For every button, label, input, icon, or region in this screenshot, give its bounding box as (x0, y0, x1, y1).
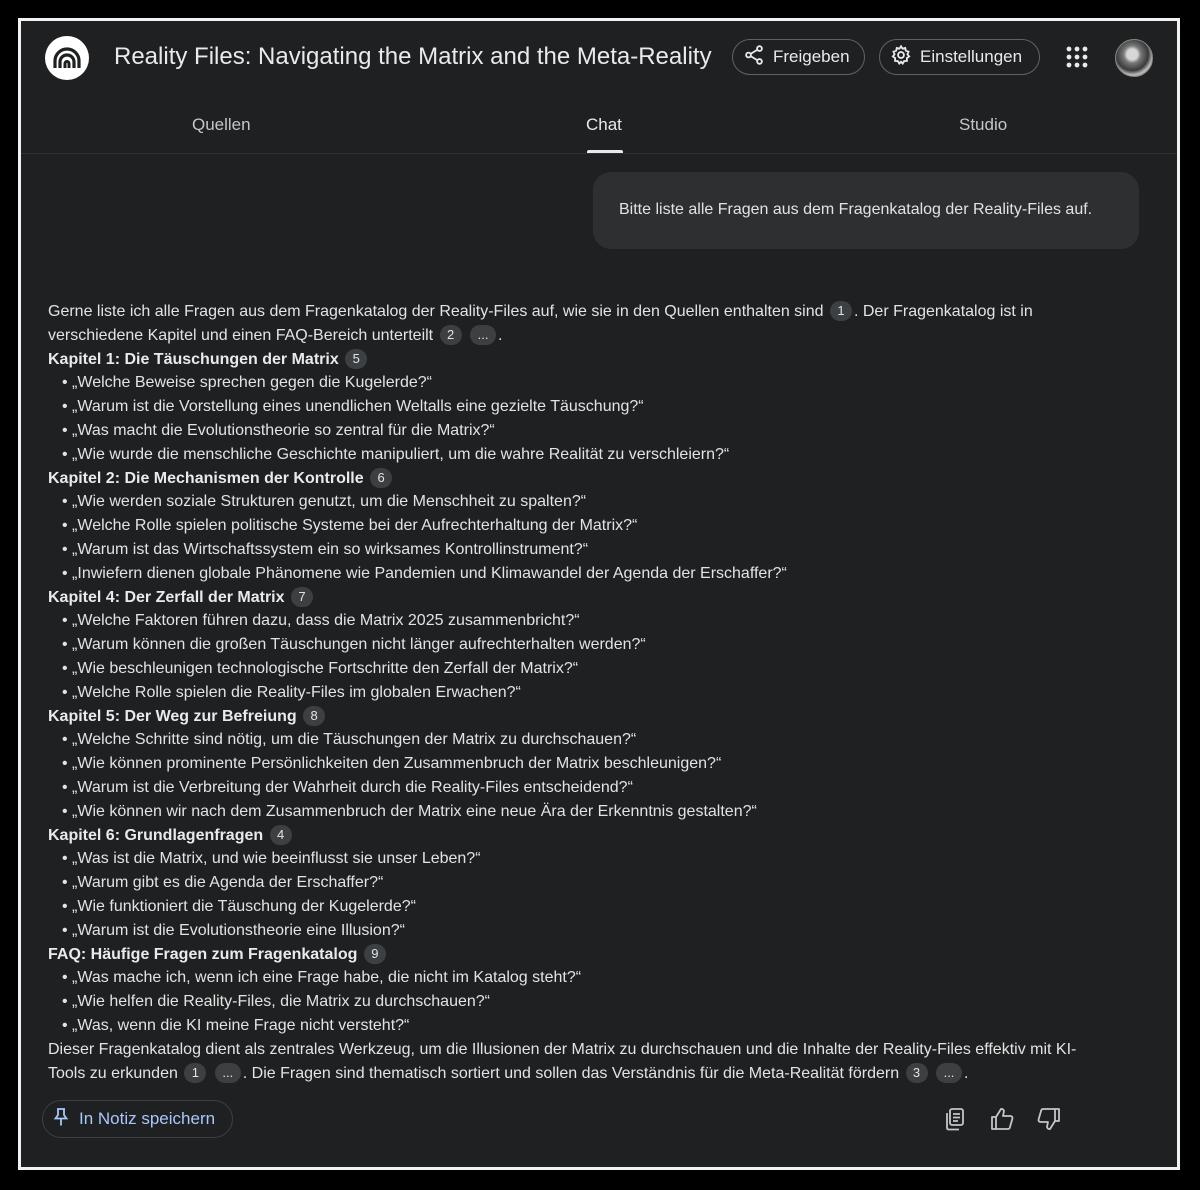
question-item: • „Warum ist das Wirtschaftssystem ein s… (62, 540, 589, 558)
assistant-response: Gerne liste ich alle Fragen aus dem Frag… (48, 300, 1098, 1085)
apps-grid-icon[interactable] (1065, 45, 1089, 69)
citation-badge[interactable]: 8 (303, 705, 326, 726)
tab-chat[interactable]: Chat (586, 115, 622, 135)
chapter-title: Kapitel 5: Der Weg zur Befreiung (48, 707, 297, 725)
question-item: • „Wie wurde die menschliche Geschichte … (62, 445, 730, 463)
question-item: • „Warum ist die Vorstellung eines unend… (62, 398, 644, 416)
question-item: • „Welche Rolle spielen die Reality-File… (62, 683, 521, 701)
chapter-title: FAQ: Häufige Fragen zum Fragenkatalog (48, 945, 358, 963)
question-item: • „Welche Rolle spielen politische Syste… (62, 517, 638, 535)
citation-more-button[interactable]: ... (214, 1062, 241, 1083)
question-item: • „Welche Faktoren führen dazu, dass die… (62, 612, 580, 630)
response-sections: Kapitel 1: Die Täuschungen der Matrix 5 •… (48, 348, 1098, 1038)
question-item: • „Warum können die großen Täuschungen n… (62, 636, 646, 654)
citation-badge[interactable]: 4 (269, 824, 292, 845)
question-item: • „Warum ist die Evolutionstheorie eine … (62, 921, 405, 939)
citation-badge[interactable]: 5 (345, 348, 368, 369)
question-item: • „Wie werden soziale Strukturen genutzt… (62, 493, 587, 511)
citation-badge[interactable]: 3 (905, 1062, 928, 1083)
settings-button-label: Einstellungen (920, 47, 1023, 66)
question-item: • „Wie funktioniert die Täuschung der Ku… (62, 897, 416, 915)
citation-more-button[interactable]: ... (470, 324, 497, 345)
chapter-heading: Kapitel 1: Die Täuschungen der Matrix 5 (48, 348, 1098, 372)
question-item: • „Was, wenn die KI meine Frage nicht ve… (62, 1016, 410, 1034)
user-message: Bitte liste alle Fragen aus dem Fragenka… (593, 172, 1139, 249)
header: Reality Files: Navigating the Matrix and… (21, 21, 1177, 97)
gear-icon (890, 44, 912, 71)
citation-badge[interactable]: 6 (370, 467, 393, 488)
pin-icon (53, 1107, 69, 1132)
share-button-label: Freigeben (773, 47, 850, 66)
share-button[interactable]: Freigeben (732, 39, 865, 75)
intro-text: Gerne liste ich alle Fragen aus dem Frag… (48, 303, 824, 320)
avatar[interactable] (1115, 39, 1153, 77)
share-icon (743, 44, 765, 71)
thumbs-up-icon[interactable] (989, 1106, 1015, 1132)
question-item: • „Was mache ich, wenn ich eine Frage ha… (62, 969, 582, 987)
question-item: • „Welche Schritte sind nötig, um die Tä… (62, 731, 637, 749)
save-to-note-label: In Notiz speichern (79, 1109, 216, 1128)
question-item: • „Inwiefern dienen globale Phänomene wi… (62, 564, 787, 582)
chapter-title: Kapitel 4: Der Zerfall der Matrix (48, 588, 285, 606)
citation-badge[interactable]: 1 (184, 1062, 207, 1083)
question-item: • „Warum gibt es die Agenda der Erschaff… (62, 874, 384, 892)
citation-badge[interactable]: 1 (829, 301, 852, 321)
citation-badge[interactable]: 9 (363, 943, 386, 964)
app-window: Reality Files: Navigating the Matrix and… (18, 18, 1180, 1170)
chapter-heading: Kapitel 5: Der Weg zur Befreiung 8 (48, 705, 1098, 729)
notebook-title[interactable]: Reality Files: Navigating the Matrix and… (114, 43, 712, 71)
question-item: • „Wie beschleunigen technologische Fort… (62, 659, 579, 677)
chapter-heading: FAQ: Häufige Fragen zum Fragenkatalog 9 (48, 943, 1098, 967)
chapter-title: Kapitel 2: Die Mechanismen der Kontrolle (48, 469, 364, 487)
notebook-logo-icon[interactable] (45, 36, 89, 80)
question-item: • „Wie helfen die Reality-Files, die Mat… (62, 993, 490, 1011)
chapter-heading: Kapitel 4: Der Zerfall der Matrix 7 (48, 586, 1098, 610)
question-item: • „Was ist die Matrix, und wie beeinflus… (62, 850, 481, 868)
chapter-heading: Kapitel 2: Die Mechanismen der Kontrolle… (48, 467, 1098, 491)
thumbs-down-icon[interactable] (1036, 1106, 1062, 1132)
tab-studio[interactable]: Studio (959, 115, 1007, 135)
question-item: • „Welche Beweise sprechen gegen die Kug… (62, 374, 432, 392)
citation-badge[interactable]: 2 (439, 324, 462, 345)
citation-badge[interactable]: 7 (290, 586, 313, 607)
question-item: • „Wie können wir nach dem Zusammenbruch… (62, 802, 757, 820)
citation-more-button[interactable]: ... (936, 1062, 962, 1083)
active-tab-indicator (587, 150, 623, 153)
copy-icon[interactable] (942, 1106, 968, 1132)
tab-bar: Quellen Chat Studio (21, 101, 1177, 154)
chapter-title: Kapitel 6: Grundlagenfragen (48, 826, 264, 844)
question-item: • „Wie können prominente Persönlichkeite… (62, 755, 722, 773)
save-to-note-button[interactable]: In Notiz speichern (42, 1100, 233, 1138)
question-item: • „Was macht die Evolutionstheorie so ze… (62, 421, 495, 439)
response-intro: Gerne liste ich alle Fragen aus dem Frag… (48, 300, 1098, 348)
outro-text: . Die Fragen sind thematisch sortiert un… (242, 1064, 900, 1082)
chapter-heading: Kapitel 6: Grundlagenfragen 4 (48, 824, 1098, 848)
response-outro: Dieser Fragenkatalog dient als zentrales… (48, 1038, 1098, 1086)
outro-text: . (964, 1064, 969, 1082)
question-item: • „Warum ist die Verbreitung der Wahrhei… (62, 778, 633, 796)
settings-button[interactable]: Einstellungen (879, 39, 1040, 75)
chapter-title: Kapitel 1: Die Täuschungen der Matrix (48, 350, 339, 368)
intro-text: . (498, 326, 503, 344)
tab-sources[interactable]: Quellen (192, 115, 251, 135)
